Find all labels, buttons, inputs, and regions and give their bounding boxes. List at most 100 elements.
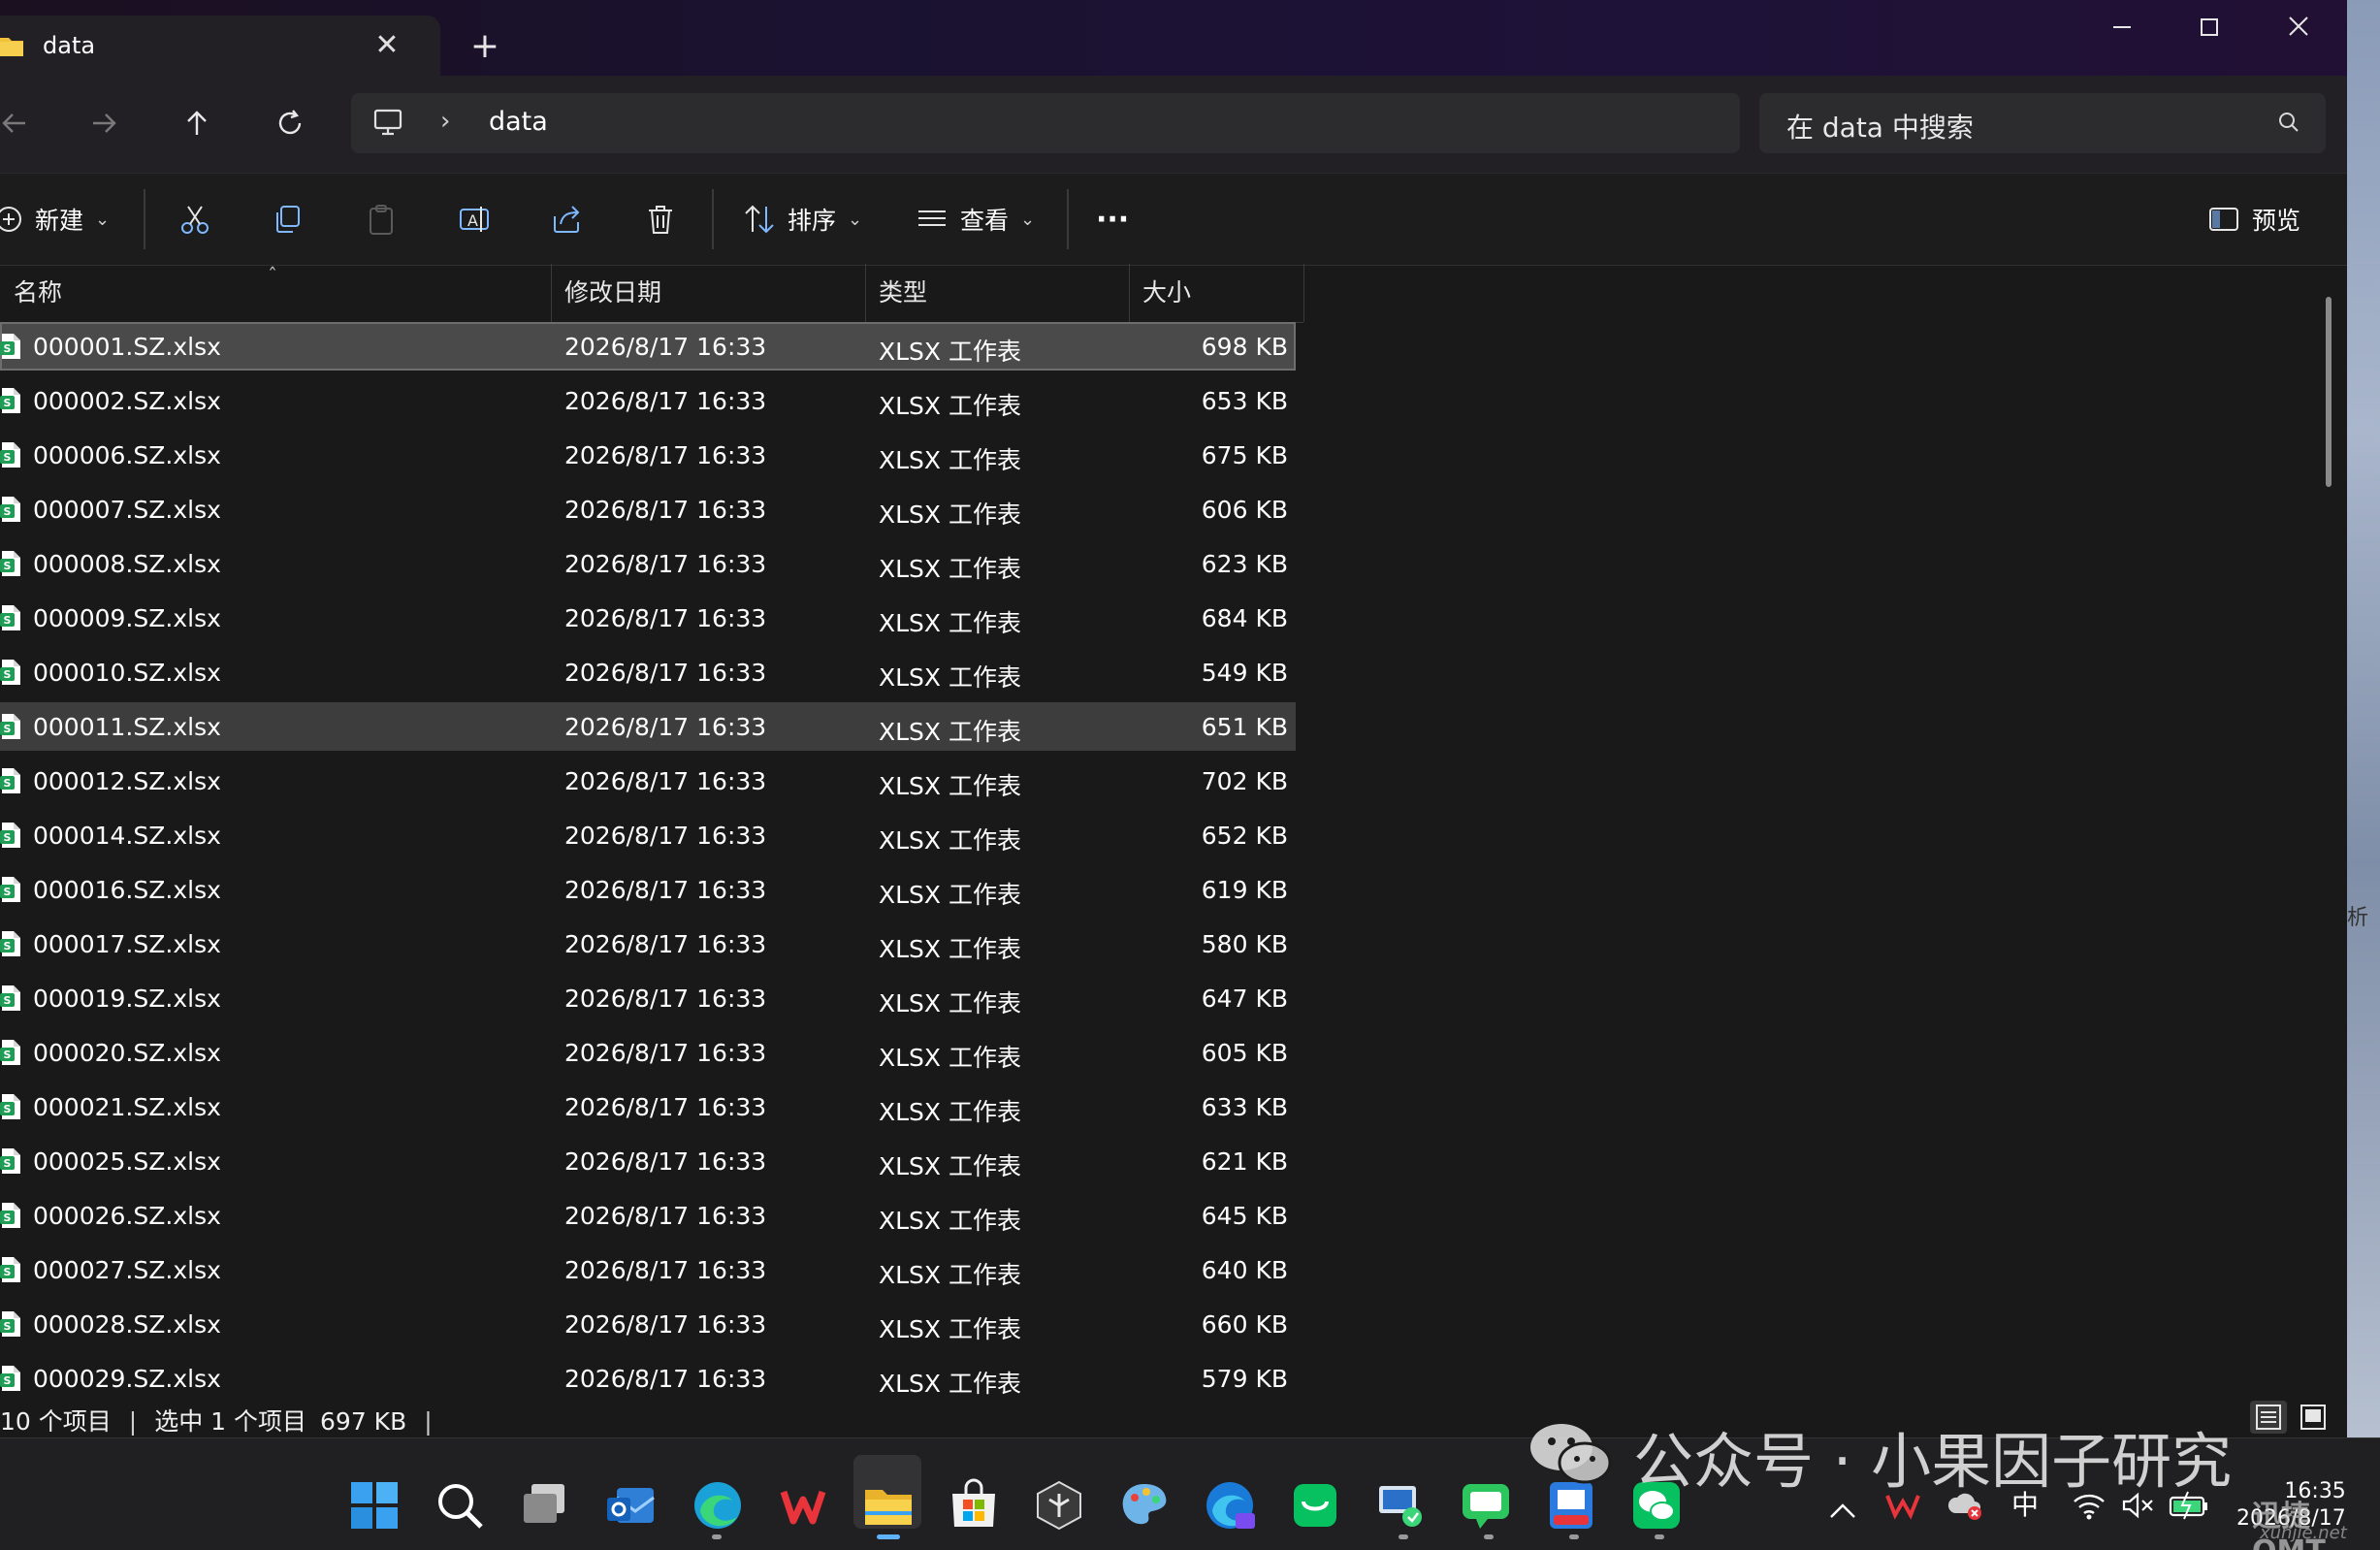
file-size: 623 KB [1201, 550, 1288, 578]
forward-button[interactable] [78, 97, 130, 149]
search-icon[interactable] [433, 1478, 487, 1533]
file-size: 633 KB [1201, 1093, 1288, 1121]
file-modified-date: 2026/8/17 16:33 [564, 496, 767, 524]
more-options-button[interactable]: ··· [1096, 193, 1129, 245]
file-row[interactable]: S 000008.SZ.xlsx 2026/8/17 16:33 XLSX 工作表 62… [0, 539, 1296, 588]
cut-button[interactable] [178, 193, 211, 245]
status-bar: 10 个项目 | 选中 1 个项目 697 KB | [0, 1403, 450, 1437]
file-name: 000002.SZ.xlsx [33, 387, 221, 415]
file-size: 698 KB [1201, 333, 1288, 361]
green-app-icon[interactable] [1288, 1478, 1342, 1533]
file-row[interactable]: S 000010.SZ.xlsx 2026/8/17 16:33 XLSX 工作表 54… [0, 648, 1296, 696]
refresh-button[interactable] [264, 97, 316, 149]
file-row[interactable]: S 000016.SZ.xlsx 2026/8/17 16:33 XLSX 工作表 61… [0, 865, 1296, 914]
paint-icon[interactable] [1117, 1478, 1172, 1533]
close-tab-icon[interactable]: ✕ [370, 29, 403, 62]
file-row[interactable]: S 000012.SZ.xlsx 2026/8/17 16:33 XLSX 工作表 70… [0, 757, 1296, 805]
file-row[interactable]: S 000029.SZ.xlsx 2026/8/17 16:33 XLSX 工作表 57… [0, 1354, 1296, 1403]
share-button[interactable] [551, 193, 584, 245]
copy-button[interactable] [272, 193, 305, 245]
list-view-icon [918, 210, 946, 226]
file-size: 675 KB [1201, 441, 1288, 469]
column-resize-handle[interactable] [1303, 264, 1304, 322]
delete-button[interactable] [644, 193, 677, 245]
file-row[interactable]: S 000028.SZ.xlsx 2026/8/17 16:33 XLSX 工作表 66… [0, 1300, 1296, 1348]
maximize-icon [2201, 18, 2218, 36]
file-row[interactable]: S 000025.SZ.xlsx 2026/8/17 16:33 XLSX 工作表 62… [0, 1137, 1296, 1185]
details-view-button[interactable] [2250, 1401, 2287, 1434]
file-row[interactable]: S 000002.SZ.xlsx 2026/8/17 16:33 XLSX 工作表 65… [0, 376, 1296, 425]
task-view-icon[interactable] [518, 1478, 572, 1533]
unity-hub-icon[interactable] [1032, 1478, 1086, 1533]
sort-label: 排序 [788, 207, 837, 235]
tab-data[interactable]: data ✕ [0, 16, 440, 76]
file-row[interactable]: S 000021.SZ.xlsx 2026/8/17 16:33 XLSX 工作表 63… [0, 1082, 1296, 1131]
excel-file-icon: S [0, 985, 20, 1011]
rename-button[interactable]: A [458, 193, 491, 245]
file-name: 000019.SZ.xlsx [33, 985, 221, 1013]
maximize-button[interactable] [2180, 10, 2238, 48]
file-modified-date: 2026/8/17 16:33 [564, 1256, 767, 1284]
file-row[interactable]: S 000027.SZ.xlsx 2026/8/17 16:33 XLSX 工作表 64… [0, 1245, 1296, 1294]
file-modified-date: 2026/8/17 16:33 [564, 441, 767, 469]
tiles-view-button[interactable] [2295, 1401, 2332, 1434]
breadcrumb-data[interactable]: data [489, 107, 548, 137]
search-box[interactable]: 在 data 中搜索 [1759, 93, 2326, 153]
remote-desktop-icon[interactable] [1373, 1478, 1428, 1533]
watermark-text: 公众号 · 小果因子研究 [1633, 1426, 2233, 1497]
status-separator: | [128, 1407, 138, 1436]
file-row[interactable]: S 000009.SZ.xlsx 2026/8/17 16:33 XLSX 工作表 68… [0, 594, 1296, 642]
back-button[interactable] [0, 97, 41, 149]
preview-pane-button[interactable]: 预览 [2207, 193, 2300, 245]
file-row[interactable]: S 000026.SZ.xlsx 2026/8/17 16:33 XLSX 工作表 64… [0, 1191, 1296, 1240]
file-type: XLSX 工作表 [879, 338, 1021, 366]
file-name: 000027.SZ.xlsx [33, 1256, 221, 1284]
chevron-down-icon: ⌄ [1020, 209, 1036, 230]
address-bar[interactable]: › data [351, 93, 1740, 153]
chat-app-icon[interactable] [1459, 1478, 1513, 1533]
edge-ai-icon[interactable] [1203, 1478, 1257, 1533]
file-modified-date: 2026/8/17 16:33 [564, 1365, 767, 1393]
file-name: 000012.SZ.xlsx [33, 767, 221, 795]
svg-text:S: S [4, 994, 12, 1007]
file-row[interactable]: S 000011.SZ.xlsx 2026/8/17 16:33 XLSX 工作表 65… [0, 702, 1296, 751]
minimize-button[interactable] [2093, 10, 2151, 48]
file-row[interactable]: S 000001.SZ.xlsx 2026/8/17 16:33 XLSX 工作表 69… [0, 322, 1296, 371]
view-button[interactable]: 查看 ⌄ [916, 193, 1035, 245]
new-button[interactable]: 新建 ⌄ [0, 193, 110, 245]
windows-start-icon[interactable] [347, 1478, 402, 1533]
file-type: XLSX 工作表 [879, 1315, 1021, 1343]
file-name: 000014.SZ.xlsx [33, 822, 221, 850]
file-row[interactable]: S 000006.SZ.xlsx 2026/8/17 16:33 XLSX 工作表 67… [0, 431, 1296, 479]
search-input[interactable]: 在 data 中搜索 [1786, 107, 1974, 145]
up-button[interactable] [171, 97, 223, 149]
svg-text:S: S [4, 723, 12, 735]
file-row[interactable]: S 000019.SZ.xlsx 2026/8/17 16:33 XLSX 工作表 64… [0, 974, 1296, 1022]
file-row[interactable]: S 000017.SZ.xlsx 2026/8/17 16:33 XLSX 工作表 58… [0, 920, 1296, 968]
outlook-icon[interactable] [603, 1478, 658, 1533]
close-window-button[interactable] [2269, 10, 2328, 48]
svg-text:S: S [4, 397, 12, 409]
file-row[interactable]: S 000007.SZ.xlsx 2026/8/17 16:33 XLSX 工作表 60… [0, 485, 1296, 533]
excel-file-icon: S [0, 1203, 20, 1228]
svg-text:S: S [4, 505, 12, 518]
file-name: 000021.SZ.xlsx [33, 1093, 221, 1121]
file-name: 000029.SZ.xlsx [33, 1365, 221, 1393]
edge-browser-icon[interactable] [691, 1478, 745, 1533]
file-size: 549 KB [1201, 659, 1288, 687]
toolbar-divider [1067, 189, 1069, 249]
column-modified[interactable]: 修改日期 [551, 264, 865, 322]
new-tab-button[interactable]: + [466, 27, 504, 66]
wps-office-icon[interactable] [776, 1478, 830, 1533]
file-row[interactable]: S 000014.SZ.xlsx 2026/8/17 16:33 XLSX 工作表 65… [0, 811, 1296, 859]
sort-button[interactable]: 排序 ⌄ [743, 193, 862, 245]
file-explorer-icon[interactable] [861, 1478, 916, 1533]
column-type[interactable]: 类型 [865, 264, 1129, 322]
paste-button[interactable] [365, 193, 398, 245]
file-row[interactable]: S 000020.SZ.xlsx 2026/8/17 16:33 XLSX 工作表 60… [0, 1028, 1296, 1077]
excel-file-icon: S [0, 1040, 20, 1065]
file-size: 651 KB [1201, 713, 1288, 741]
vertical-scrollbar[interactable] [2326, 297, 2332, 487]
microsoft-store-icon[interactable] [947, 1478, 1001, 1533]
column-size[interactable]: 大小 [1129, 264, 1303, 322]
